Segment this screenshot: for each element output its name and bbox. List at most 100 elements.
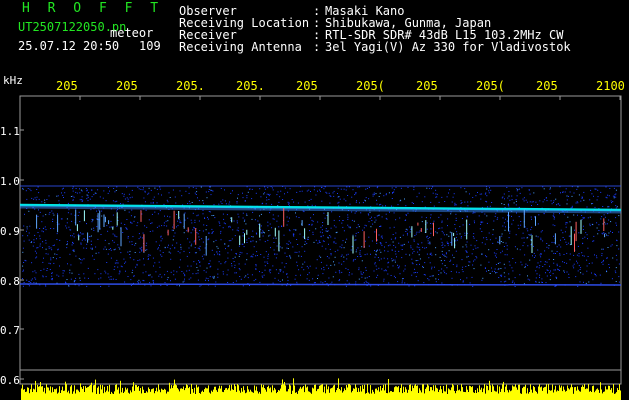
noise-pixel — [80, 262, 82, 264]
noise-pixel — [547, 270, 549, 271]
amplitude-bar — [108, 391, 109, 400]
noise-pixel — [519, 192, 521, 194]
noise-pixel — [230, 249, 232, 251]
noise-pixel — [400, 187, 402, 189]
noise-pixel — [602, 233, 604, 235]
noise-pixel — [296, 239, 298, 240]
noise-pixel — [100, 286, 102, 287]
noise-pixel — [199, 245, 201, 247]
noise-pixel — [72, 242, 74, 244]
noise-pixel — [606, 223, 608, 225]
amplitude-bar — [47, 387, 48, 400]
amplitude-bar — [224, 390, 225, 400]
noise-pixel — [505, 280, 507, 282]
amplitude-bar — [325, 393, 326, 400]
noise-pixel — [442, 243, 444, 245]
noise-pixel — [85, 247, 87, 249]
amplitude-bar — [435, 385, 436, 400]
noise-pixel — [255, 264, 257, 265]
noise-pixel — [87, 196, 89, 198]
amplitude-bar — [355, 384, 356, 400]
noise-pixel — [62, 272, 64, 274]
noise-pixel — [355, 281, 357, 283]
amplitude-bar — [137, 387, 138, 400]
noise-pixel — [56, 195, 58, 197]
noise-pixel — [530, 244, 532, 246]
amplitude-bar — [527, 388, 528, 400]
amplitude-bar — [293, 378, 294, 400]
noise-pixel — [226, 274, 228, 276]
amplitude-bar — [230, 390, 231, 400]
amplitude-bar — [106, 390, 107, 400]
amplitude-bar — [83, 386, 84, 400]
amplitude-bar — [42, 386, 43, 400]
amplitude-bar — [35, 380, 36, 400]
amplitude-bar — [87, 387, 88, 400]
noise-pixel — [353, 220, 355, 222]
noise-pixel — [83, 238, 85, 239]
noise-pixel — [125, 270, 126, 272]
noise-pixel — [229, 225, 231, 227]
noise-pixel — [435, 193, 437, 195]
amplitude-bar — [405, 387, 406, 400]
amplitude-bar — [48, 387, 49, 400]
noise-pixel — [602, 206, 604, 207]
noise-pixel — [341, 263, 343, 265]
noise-pixel — [288, 240, 290, 242]
noise-pixel — [255, 255, 257, 257]
noise-pixel — [234, 267, 236, 269]
noise-pixel — [268, 253, 269, 255]
amplitude-bar — [384, 390, 385, 400]
noise-pixel — [260, 228, 262, 230]
amplitude-bar — [200, 393, 201, 400]
noise-pixel — [472, 264, 474, 266]
noise-pixel — [250, 256, 252, 258]
noise-pixel — [151, 222, 153, 224]
amplitude-bar — [488, 390, 489, 400]
noise-pixel — [610, 230, 611, 232]
noise-pixel — [210, 265, 212, 267]
noise-pixel — [48, 262, 50, 264]
amplitude-bar — [312, 387, 313, 400]
noise-pixel — [175, 202, 177, 204]
noise-pixel — [503, 204, 505, 205]
noise-pixel — [26, 226, 28, 228]
noise-pixel — [270, 247, 271, 249]
amplitude-bar — [460, 391, 461, 400]
noise-pixel — [199, 265, 201, 267]
noise-pixel — [185, 190, 187, 192]
amplitude-bar — [434, 391, 435, 400]
noise-pixel — [430, 252, 432, 254]
amplitude-bar — [601, 389, 602, 400]
noise-pixel — [402, 234, 404, 236]
amplitude-bar — [146, 391, 147, 400]
noise-pixel — [564, 191, 566, 193]
noise-pixel — [244, 276, 246, 278]
noise-pixel — [35, 257, 37, 259]
noise-pixel — [287, 243, 289, 245]
noise-pixel — [549, 265, 550, 267]
amplitude-bar — [436, 387, 437, 400]
noise-pixel — [429, 237, 431, 238]
noise-pixel — [138, 282, 139, 284]
noise-pixel — [170, 252, 172, 254]
noise-pixel — [188, 200, 190, 202]
noise-pixel — [308, 189, 310, 191]
noise-pixel — [382, 205, 384, 207]
noise-pixel — [578, 253, 580, 255]
noise-pixel — [41, 221, 43, 223]
noise-pixel — [366, 187, 368, 189]
noise-pixel — [207, 278, 209, 280]
noise-pixel — [563, 254, 565, 255]
noise-pixel — [152, 198, 154, 200]
noise-pixel — [296, 251, 298, 253]
noise-pixel — [608, 219, 610, 221]
noise-pixel — [293, 201, 295, 203]
noise-pixel — [347, 195, 349, 196]
noise-pixel — [537, 223, 539, 225]
noise-pixel — [197, 233, 199, 235]
noise-pixel — [607, 247, 609, 248]
noise-pixel — [338, 220, 340, 222]
amplitude-bar — [446, 384, 447, 400]
noise-pixel — [215, 281, 217, 283]
